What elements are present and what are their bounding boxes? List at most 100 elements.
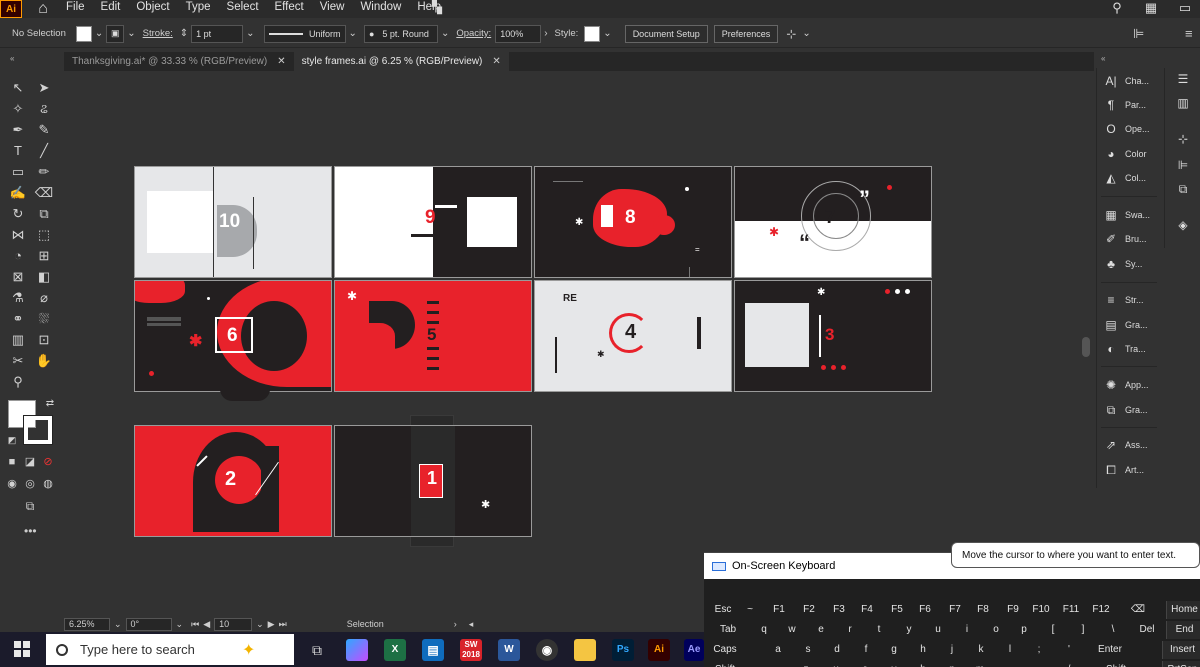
osk-key[interactable]: Insert — [1162, 641, 1200, 659]
stepper-icon[interactable]: ⇕ — [180, 28, 188, 39]
osk-key[interactable]: F12 — [1088, 601, 1114, 619]
stroke-panel[interactable]: ≡ Str... — [1103, 291, 1143, 309]
osk-key[interactable]: , — [996, 661, 1022, 667]
copilot-icon[interactable] — [346, 639, 368, 661]
collapse-icon[interactable]: « — [10, 54, 14, 63]
osk-key[interactable]: ~ — [738, 601, 762, 619]
osk-key[interactable]: F8 — [970, 601, 996, 619]
osk-key[interactable]: c — [852, 661, 878, 667]
osk-key[interactable]: F1 — [766, 601, 792, 619]
transparency-panel[interactable]: ◐ Tra... — [1103, 340, 1145, 358]
workspace-icon[interactable]: ▦ — [1142, 1, 1160, 16]
artboard-1[interactable]: ✱ 1 — [334, 425, 532, 537]
artboards-panel[interactable]: ⧠ Art... — [1103, 461, 1144, 479]
pencil-tool-icon[interactable]: ✏ — [34, 162, 54, 182]
stroke-profile-dropdown[interactable]: Uniform — [263, 24, 346, 43]
osk-key[interactable]: . — [1026, 661, 1052, 667]
menu-effect[interactable]: Effect — [267, 0, 312, 18]
artboard-tool-icon[interactable]: ⊡ — [34, 330, 54, 350]
menu-edit[interactable]: Edit — [93, 0, 129, 18]
color-mode-icon[interactable]: ■ — [2, 452, 22, 472]
more-tools-icon[interactable]: ••• — [24, 524, 37, 538]
color-panel[interactable]: ◕ Color — [1103, 145, 1146, 163]
osk-key[interactable]: Caps — [710, 641, 740, 659]
osk-key[interactable]: F4 — [854, 601, 880, 619]
osk-key[interactable]: ⌫ — [1118, 601, 1158, 619]
last-artboard-icon[interactable]: ⏭ — [279, 619, 287, 630]
osk-key[interactable]: Esc — [710, 601, 736, 619]
asset-export-panel[interactable]: ⇗ Ass... — [1103, 436, 1148, 454]
align-panel-icon[interactable]: ⊫ — [1133, 26, 1144, 42]
osk-key[interactable]: F10 — [1028, 601, 1054, 619]
osk-key[interactable]: u — [926, 621, 950, 639]
word-icon[interactable]: W — [498, 639, 520, 661]
osk-key[interactable]: Tab — [710, 621, 746, 639]
osk-key[interactable]: k — [968, 641, 994, 659]
menu-type[interactable]: Type — [178, 0, 219, 18]
swatches-panel[interactable]: ▦ Swa... — [1103, 206, 1150, 224]
photoshop-icon[interactable]: Ps — [612, 639, 634, 661]
osk-key[interactable]: g — [882, 641, 906, 659]
chevron-down-icon[interactable]: ⌄ — [246, 28, 254, 39]
chevron-down-icon[interactable]: ⌄ — [441, 28, 449, 39]
direct-selection-tool-icon[interactable]: ➤ — [34, 78, 54, 98]
osk-key[interactable]: F5 — [884, 601, 910, 619]
home-icon[interactable]: ⌂ — [28, 0, 58, 18]
osk-key[interactable]: F7 — [942, 601, 968, 619]
stroke-label[interactable]: Stroke: — [143, 28, 173, 39]
artboard-5[interactable]: ✱ 5 — [334, 280, 532, 392]
prev-artboard-icon[interactable]: ◀ — [203, 619, 210, 630]
blend-tool-icon[interactable]: ⚭ — [8, 309, 28, 329]
pen-tool-icon[interactable]: ✒ — [8, 120, 28, 140]
task-view-icon[interactable]: ⧉ — [306, 639, 328, 661]
osk-key[interactable]: / — [1056, 661, 1082, 667]
chevron-down-icon[interactable]: ⌄ — [349, 28, 357, 39]
artboard-3[interactable]: ✱ 3 — [734, 280, 932, 392]
osk-key[interactable]: End — [1166, 621, 1200, 639]
osk-key[interactable]: F3 — [826, 601, 852, 619]
shape-builder-icon[interactable]: ◔ — [8, 246, 28, 266]
transform-icon[interactable]: ⊹ — [1175, 132, 1191, 148]
excel-icon[interactable]: X — [384, 639, 406, 661]
osk-key[interactable]: Del — [1130, 621, 1164, 639]
chevron-down-icon[interactable]: ⌄ — [176, 619, 184, 630]
brushes-panel[interactable]: ✐ Bru... — [1103, 230, 1147, 248]
close-icon[interactable]: ✕ — [492, 56, 500, 67]
artboard-4[interactable]: RE ✱ 4 — [534, 280, 732, 392]
blob-brush-icon[interactable]: ✍ — [8, 183, 28, 203]
style-swatch[interactable] — [584, 25, 601, 42]
osk-key[interactable]: Shift — [710, 661, 740, 667]
menu-file[interactable]: File — [58, 0, 93, 18]
osk-key[interactable]: p — [1012, 621, 1036, 639]
osk-key[interactable]: z — [794, 661, 818, 667]
osk-key[interactable]: n — [940, 661, 964, 667]
minimize-icon[interactable]: ▭ — [1176, 1, 1194, 16]
screen-mode-icon[interactable]: ⧉ — [20, 496, 40, 516]
osk-key[interactable]: i — [954, 621, 980, 639]
store-icon[interactable]: ▤ — [422, 639, 444, 661]
rotation-field[interactable]: 0° — [125, 617, 172, 631]
artboard-10[interactable]: 10 — [134, 166, 332, 278]
draw-mode-icon[interactable]: ◉ — [2, 474, 22, 494]
osk-key[interactable]: F2 — [796, 601, 822, 619]
scale-tool-icon[interactable]: ⧉ — [34, 204, 54, 224]
rectangle-tool-icon[interactable]: ▭ — [8, 162, 28, 182]
align-icon[interactable]: ⊫ — [1175, 158, 1191, 174]
symbol-sprayer-icon[interactable]: ⛆ — [34, 309, 54, 329]
artboard-8[interactable]: ✱ = 8 — [534, 166, 732, 278]
osk-key[interactable]: f — [854, 641, 878, 659]
tab-style-frames[interactable]: style frames.ai @ 6.25 % (RGB/Preview) ✕ — [293, 52, 509, 71]
opentype-panel[interactable]: O Ope... — [1103, 120, 1149, 138]
opacity-label[interactable]: Opacity: — [456, 28, 491, 39]
paragraph-panel[interactable]: ¶ Par... — [1103, 96, 1146, 114]
mesh-tool-icon[interactable]: ⊠ — [8, 267, 28, 287]
chevron-down-icon[interactable]: ⌄ — [603, 28, 611, 39]
preferences-button[interactable]: Preferences — [713, 24, 779, 43]
osk-key[interactable]: ; — [1026, 641, 1052, 659]
layers-icon[interactable]: ◈ — [1175, 218, 1191, 234]
media-icon[interactable]: ◉ — [536, 639, 558, 661]
tab-thanksgiving[interactable]: Thanksgiving.ai* @ 33.33 % (RGB/Preview)… — [64, 52, 294, 71]
osk-key[interactable]: x — [824, 661, 848, 667]
gradient-tool-icon[interactable]: ◧ — [34, 267, 54, 287]
canvas[interactable]: 10 9 ✱ = 8 ” “ ✱ 7 ✱ 6 ✱ 5 RE ✱ 4 ✱ 3 2 … — [64, 71, 1094, 615]
